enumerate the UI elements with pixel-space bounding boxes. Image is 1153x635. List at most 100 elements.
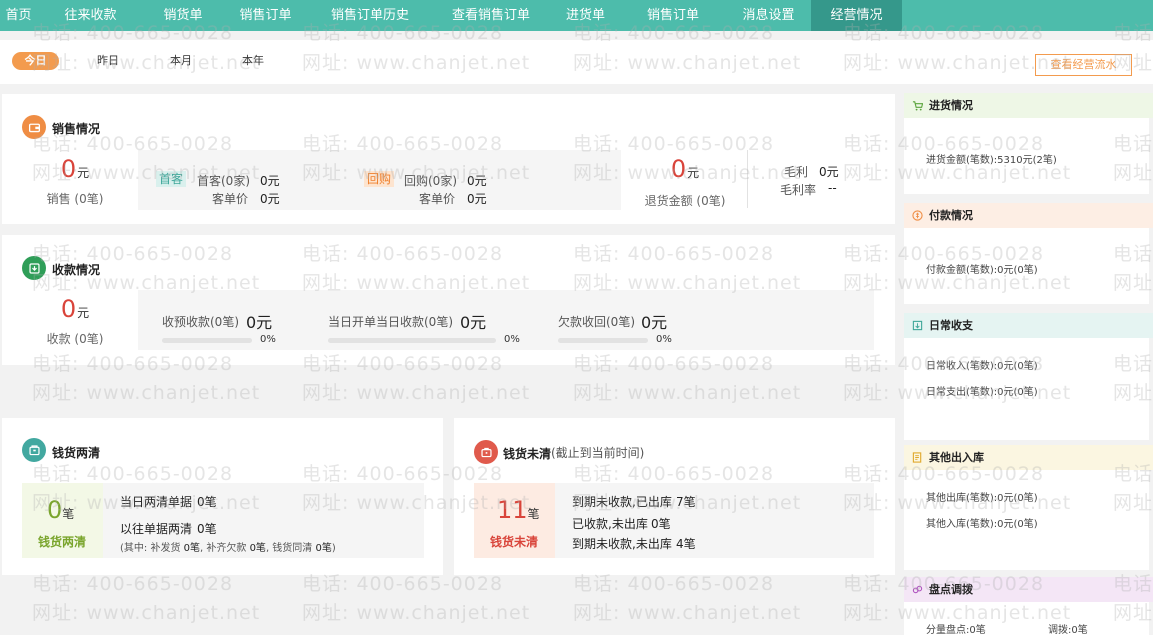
- transfer-icon: [912, 585, 923, 594]
- document-icon: [912, 452, 922, 463]
- unsettled-row-2-label: 已收款,未出库: [572, 517, 648, 531]
- sales-unit: 元: [77, 166, 90, 180]
- nav-sales-order-history[interactable]: 销售订单历史: [309, 0, 431, 31]
- daily-income: 日常收入(笔数):0元(0笔): [926, 361, 1038, 372]
- gross-profit-value: 0元: [819, 165, 839, 179]
- settled-label: 钱货两清: [38, 535, 87, 549]
- period-today[interactable]: 今日: [12, 52, 59, 70]
- stocktake-title: 盘点调拨: [929, 583, 973, 596]
- download-icon: [22, 256, 46, 280]
- nav-sales-order[interactable]: 销售订单: [222, 0, 309, 31]
- period-yesterday[interactable]: 昨日: [88, 52, 128, 70]
- sales-count-label: 销售 (0笔): [46, 192, 104, 206]
- divider: [747, 150, 748, 208]
- transfer-count: 调拨:0笔: [1048, 625, 1088, 635]
- unsettled-row-1-label: 到期未收款,已出库: [572, 495, 672, 509]
- wallet-icon: [22, 115, 46, 139]
- nav-receivables[interactable]: 往来收款: [37, 0, 144, 31]
- receipts-count-label: 收款 (0笔): [46, 332, 104, 346]
- daily-title: 日常收支: [929, 319, 973, 332]
- refund-unit: 元: [687, 166, 700, 180]
- nav-home[interactable]: 首页: [0, 0, 37, 31]
- settled-past-value: 0笔: [197, 522, 217, 536]
- watermark-text: 网址: www.chanjet.net: [302, 382, 531, 404]
- unsettled-title: 钱货未清: [503, 447, 552, 461]
- purchase-amount: 进货金额(笔数):5310元(2笔): [926, 155, 1057, 166]
- repeat-customer-count: 回购(0家): [404, 174, 457, 188]
- unsettled-row-3-label: 到期未收款,未出库: [572, 537, 672, 551]
- receipts-title: 收款情况: [52, 263, 101, 277]
- prepaid-pct: 0%: [260, 334, 276, 345]
- payment-title: 付款情况: [929, 209, 973, 222]
- gross-margin-value: --: [828, 181, 837, 195]
- cart-icon: [912, 101, 923, 111]
- unsettled-row-3-value: 4笔: [676, 537, 696, 551]
- unsettled-count: 11笔: [497, 496, 540, 524]
- nav-sales-slip[interactable]: 销货单: [144, 0, 222, 31]
- payment-header: 付款情况: [904, 203, 1153, 228]
- sales-amount: 0元: [60, 155, 90, 183]
- refund-label: 退货金额 (0笔): [644, 194, 726, 208]
- purchase-header: 进货情况: [904, 93, 1153, 118]
- receipts-unit: 元: [77, 306, 90, 320]
- nav-message-settings[interactable]: 消息设置: [726, 0, 811, 31]
- unsettled-row-2-value: 0笔: [651, 517, 671, 531]
- prepaid-value: 0元: [246, 313, 273, 332]
- debt-recovered-progress: [558, 338, 648, 343]
- gross-profit-label: 毛利: [784, 165, 809, 179]
- unsettled-row-1-value: 7笔: [676, 495, 696, 509]
- same-day-pct: 0%: [504, 334, 520, 345]
- other-inbound: 其他入库(笔数):0元(0笔): [926, 519, 1038, 530]
- sales-title: 销售情况: [52, 122, 101, 136]
- nav-sales-order-2[interactable]: 销售订单: [620, 0, 726, 31]
- settled-today-label: 当日两清单据: [120, 495, 193, 509]
- period-month[interactable]: 本月: [161, 52, 201, 70]
- watermark-text: 网址: www.chanjet.net: [302, 602, 531, 624]
- repeat-avg-label: 客单价: [419, 192, 456, 206]
- coin-icon: [912, 210, 923, 221]
- unsettled-subtitle: (截止到当前时间): [551, 446, 645, 460]
- other-outbound: 其他出库(笔数):0元(0笔): [926, 493, 1038, 504]
- repeat-customer-value: 0元: [467, 174, 487, 188]
- daily-expense: 日常支出(笔数):0元(0笔): [926, 387, 1038, 398]
- settled-detail-note: (其中: 补发货 0笔, 补齐欠款 0笔, 钱货同清 0笔): [120, 543, 336, 554]
- repeat-avg-value: 0元: [467, 192, 487, 206]
- settled-today-value: 0笔: [197, 495, 217, 509]
- prepaid-label: 收预收款(0笔): [162, 315, 239, 329]
- view-flow-button[interactable]: 查看经营流水: [1035, 54, 1132, 76]
- refund-amount: 0元: [670, 155, 700, 183]
- repeat-customer-tag: 回购: [364, 171, 395, 187]
- briefcase-icon: [474, 440, 498, 464]
- nav-view-sales-order[interactable]: 查看销售订单: [431, 0, 551, 31]
- period-year[interactable]: 本年: [233, 52, 273, 70]
- settled-past-label: 以往单据两清: [120, 522, 193, 536]
- stocktake-header: 盘点调拨: [904, 577, 1153, 602]
- nav-purchase-slip[interactable]: 进货单: [551, 0, 620, 31]
- debt-recovered-label: 欠款收回(0笔): [558, 315, 635, 329]
- watermark-text: 网址: www.chanjet.net: [573, 382, 802, 404]
- unsettled-unit: 笔: [527, 507, 540, 521]
- other-io-title: 其他出入库: [929, 451, 984, 464]
- first-customer-value: 0元: [260, 174, 280, 188]
- same-day-progress: [328, 338, 496, 343]
- same-day-value: 0元: [460, 313, 487, 332]
- first-avg-value: 0元: [260, 192, 280, 206]
- period-bar: 今日 昨日 本月 本年 查看经营流水: [0, 40, 1153, 84]
- first-customer-count: 首客(0家): [197, 174, 250, 188]
- settled-count: 0笔: [47, 496, 75, 524]
- settled-unit: 笔: [62, 507, 75, 521]
- gross-margin-label: 毛利率: [780, 183, 817, 197]
- receipts-amount: 0元: [60, 295, 90, 323]
- top-nav: 首页 往来收款 销货单 销售订单 销售订单历史 查看销售订单 进货单 销售订单 …: [0, 0, 1153, 31]
- watermark-text: 网址: www.chanjet.net: [32, 602, 261, 624]
- unsettled-label: 钱货未清: [490, 535, 539, 549]
- nav-business-status[interactable]: 经营情况: [811, 0, 902, 31]
- ledger-icon: [912, 320, 923, 331]
- other-io-header: 其他出入库: [904, 445, 1153, 470]
- payment-amount: 付款金额(笔数):0元(0笔): [926, 265, 1038, 276]
- daily-header: 日常收支: [904, 313, 1153, 338]
- watermark-text: 网址: www.chanjet.net: [573, 602, 802, 624]
- prepaid-progress: [162, 338, 252, 343]
- debt-recovered-pct: 0%: [656, 334, 672, 345]
- same-day-label: 当日开单当日收款(0笔): [328, 315, 453, 329]
